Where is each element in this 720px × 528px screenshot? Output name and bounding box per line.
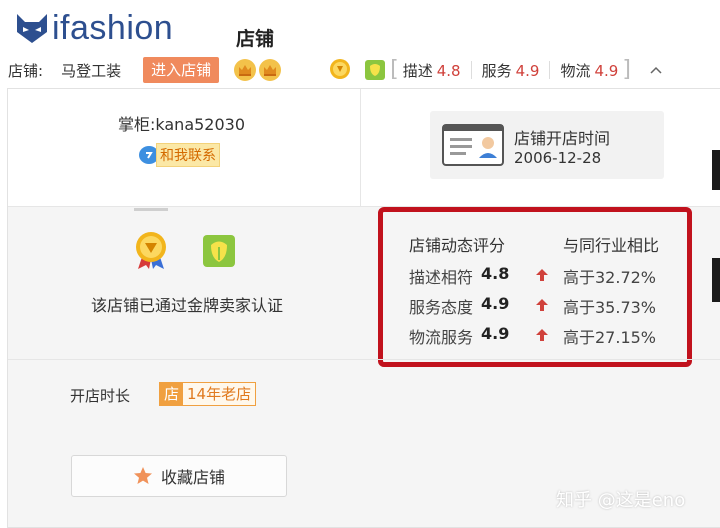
id-card-icon [442,124,504,166]
divider [549,61,551,79]
leaf-badge-icon [365,60,386,80]
zhihu-watermark: 知乎 @这是eno [556,490,686,511]
rating-header-left: 店铺动态评分 [409,236,506,255]
crown-rating [233,58,282,82]
shop-tenure-value: 14年老店 [183,383,256,405]
open-time-value: 2006-12-28 [514,149,602,167]
bracket-open: [ [390,57,399,82]
bracket-close: ] [622,57,631,82]
shopkeeper-name: 掌柜:kana52030 [118,115,246,134]
page-title: 店铺 [236,28,275,50]
crown-icon [259,59,282,81]
vertical-divider [360,89,361,207]
gold-seller-certification-text: 该店铺已通过金牌卖家认证 [91,296,284,315]
contact-me-label: 和我联系 [156,143,220,167]
arrow-up-icon [536,299,548,311]
ifashion-logo[interactable]: ifashion [14,10,173,46]
rating-header-right: 与同行业相比 [563,236,660,255]
rating-row: 描述相符 4.8 高于32.72% [409,264,657,287]
shop-info-bar: 店铺: 马登工装 进入店铺 [ 描述 4.8 服务 4.9 物流 4.9 ] [0,56,720,84]
shop-detail-popup: 掌柜:kana52030 和我联系 店铺开店时间 2006-12-28 该店铺已… [7,88,720,528]
score-description: 描述 4.8 [402,61,461,80]
shop-badge-icon: 店 [160,383,184,405]
contact-me-button[interactable]: 和我联系 [138,143,220,167]
chevron-up-icon[interactable] [649,65,663,75]
rating-row: 物流服务 4.9 高于27.15% [409,324,657,347]
shop-tenure-badge: 店 14年老店 [159,382,257,406]
shop-label: 店铺: [8,61,44,80]
star-icon [133,467,152,484]
background-fragment [712,150,720,190]
background-fragment [712,258,720,302]
arrow-up-icon [536,269,548,281]
logo-text: ifashion [52,9,174,47]
leaf-certificate-icon [203,235,235,267]
divider [470,61,472,79]
score-logistics: 物流 4.9 [560,61,619,80]
crown-icon [234,59,257,81]
favorite-shop-label: 收藏店铺 [160,468,225,487]
rating-row: 服务态度 4.9 高于35.73% [409,294,657,317]
gold-seller-medal-icon [330,59,351,79]
panel-top-section: 掌柜:kana52030 和我联系 店铺开店时间 2006-12-28 [8,89,720,207]
open-time-label: 店铺开店时间 [514,129,611,148]
arrow-up-icon [536,329,548,341]
fox-logo-icon [17,14,47,43]
dynamic-rating-box: 店铺动态评分 与同行业相比 描述相符 4.8 高于32.72% 服务态度 4.9… [378,207,692,367]
section-divider [8,359,720,360]
gold-medal-icon [136,232,166,269]
favorite-shop-button[interactable]: 收藏店铺 [71,455,287,497]
drag-grip [134,208,168,211]
open-time-card: 店铺开店时间 2006-12-28 [430,111,664,179]
score-service: 服务 4.9 [481,61,540,80]
shop-name[interactable]: 马登工装 [61,60,121,81]
shop-tenure-label: 开店时长 [70,387,131,405]
enter-shop-button[interactable]: 进入店铺 [143,57,220,83]
